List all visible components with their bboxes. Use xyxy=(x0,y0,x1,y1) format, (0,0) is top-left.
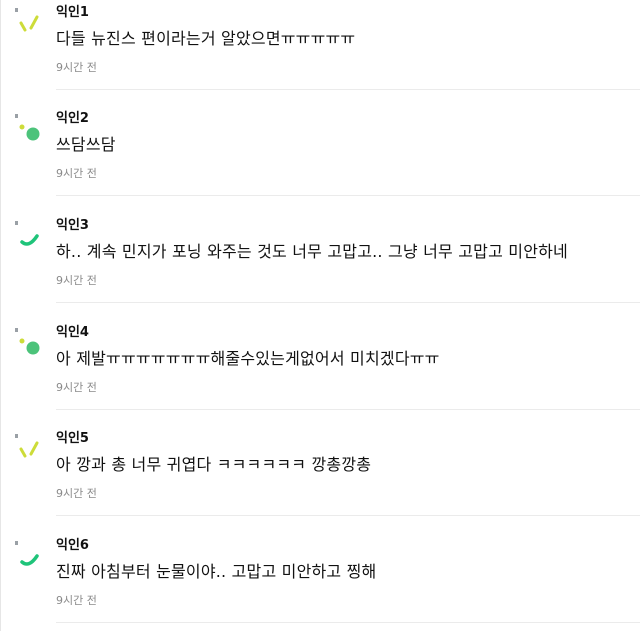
comment-author[interactable]: 익인1 xyxy=(56,5,89,21)
comment-divider xyxy=(56,302,640,303)
slash-marks-icon xyxy=(15,434,39,458)
comment-item: 익인3 하.. 계속 민지가 포닝 와주는 것도 너무 고맙고.. 그냥 너무 … xyxy=(0,215,640,322)
comment-item: 익인5 아 깡과 총 너무 귀엽다 ㅋㅋㅋㅋㅋㅋ 깡총깡총 9시간 전 xyxy=(0,428,640,535)
comment-divider xyxy=(56,515,640,516)
comment-time: 9시간 전 xyxy=(56,61,97,74)
comment-time: 9시간 전 xyxy=(56,381,97,394)
comment-item: 익인2 쓰담쓰담 9시간 전 xyxy=(0,108,640,215)
comment-author[interactable]: 익인5 xyxy=(56,431,89,447)
comment-item: 익인4 아 제발ㅠㅠㅠㅠㅠㅠㅠ해줄수있는게없어서 미치겠다ㅠㅠ 9시간 전 xyxy=(0,322,640,429)
comment-author[interactable]: 익인2 xyxy=(56,111,89,127)
comment-list: 익인1 다들 뉴진스 편이라는거 알았으면ㅠㅠㅠㅠㅠ 9시간 전 익인2 쓰담쓰… xyxy=(0,0,640,631)
slash-marks-icon xyxy=(15,8,39,32)
comment-author[interactable]: 익인3 xyxy=(56,218,89,234)
comment-body: 아 깡과 총 너무 귀엽다 ㅋㅋㅋㅋㅋㅋ 깡총깡총 xyxy=(56,455,372,474)
comment-item: 익인1 다들 뉴진스 편이라는거 알았으면ㅠㅠㅠㅠㅠ 9시간 전 xyxy=(0,2,640,109)
comment-divider xyxy=(56,89,640,90)
comment-time: 9시간 전 xyxy=(56,274,97,287)
smile-curve-icon xyxy=(15,541,39,566)
comment-time: 9시간 전 xyxy=(56,594,97,607)
comment-time: 9시간 전 xyxy=(56,487,97,500)
comment-body: 쓰담쓰담 xyxy=(56,135,116,154)
comment-body: 하.. 계속 민지가 포닝 와주는 것도 너무 고맙고.. 그냥 너무 고맙고 … xyxy=(56,242,568,261)
smile-curve-icon xyxy=(15,221,39,246)
dot-circle-icon xyxy=(15,328,40,355)
comment-divider xyxy=(56,622,640,623)
comment-author[interactable]: 익인6 xyxy=(56,538,89,554)
comment-body: 아 제발ㅠㅠㅠㅠㅠㅠㅠ해줄수있는게없어서 미치겠다ㅠㅠ xyxy=(56,349,440,368)
dot-circle-icon xyxy=(15,114,40,141)
comment-body: 진짜 아침부터 눈물이야.. 고맙고 미안하고 찡해 xyxy=(56,562,377,581)
comment-divider xyxy=(56,409,640,410)
comment-body: 다들 뉴진스 편이라는거 알았으면ㅠㅠㅠㅠㅠ xyxy=(56,29,356,48)
comment-divider xyxy=(56,195,640,196)
comment-item: 익인6 진짜 아침부터 눈물이야.. 고맙고 미안하고 찡해 9시간 전 xyxy=(0,535,640,631)
comment-author[interactable]: 익인4 xyxy=(56,325,89,341)
comment-time: 9시간 전 xyxy=(56,167,97,180)
